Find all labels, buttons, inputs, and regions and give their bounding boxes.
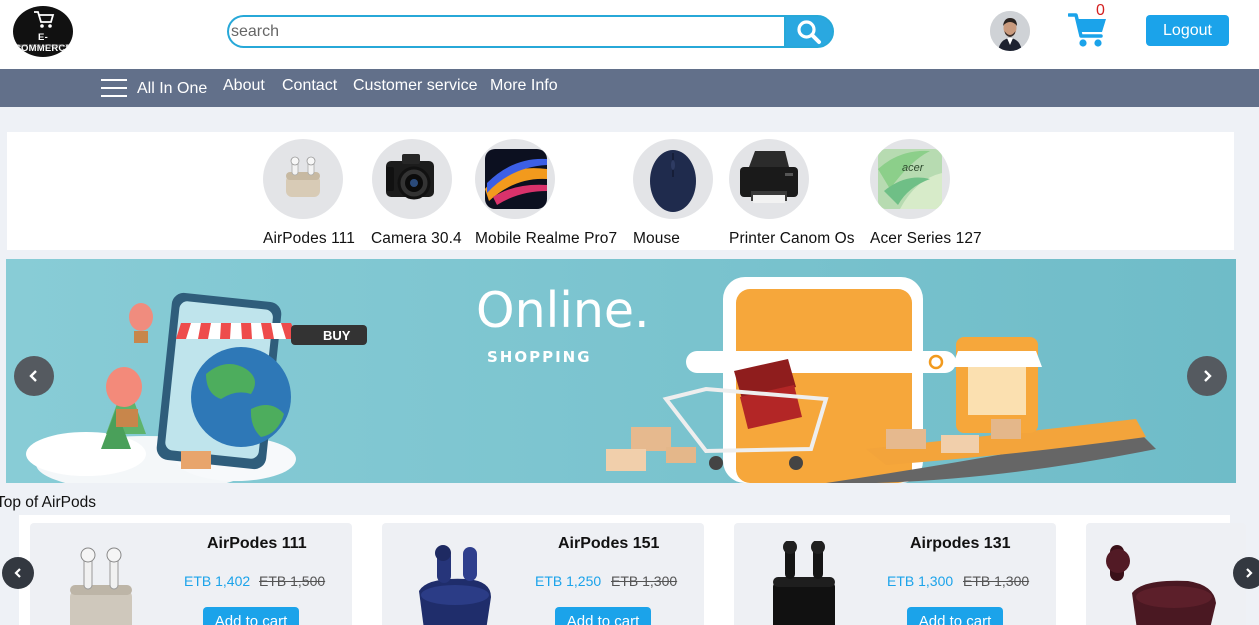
products-next-button[interactable] (1233, 557, 1259, 589)
product-old-price: ETB 1,500 (259, 573, 326, 589)
nav-item-more-info[interactable]: More Info (490, 77, 558, 95)
category-label: Camera 30.4 (371, 230, 462, 247)
category-label: Printer Canom Os (729, 230, 855, 247)
chevron-right-icon (1204, 370, 1212, 382)
search-icon (797, 19, 821, 44)
add-to-cart-button[interactable]: Add to cart (907, 607, 1003, 625)
category-label: Mouse (633, 230, 681, 247)
header: E-COMMERCE BEST OF ONLINE SHOPPING searc… (0, 0, 1259, 69)
product-card[interactable]: AirPodes 111 ETB 1,402 ETB 1,500 Add to … (30, 523, 352, 625)
nav-item-about[interactable]: About (223, 77, 265, 95)
category-label: Acer Series 127 (870, 230, 982, 247)
banner-title: Online. (476, 282, 650, 339)
product-card[interactable]: AirPodes 151 ETB 1,250 ETB 1,300 Add to … (382, 523, 704, 625)
search-input[interactable] (227, 15, 787, 48)
product-card[interactable] (1086, 523, 1246, 625)
site-logo[interactable]: E-COMMERCE BEST OF ONLINE SHOPPING (13, 6, 73, 57)
product-price: ETB 1,250 (535, 573, 602, 589)
printer-image-icon (729, 139, 809, 219)
banner-subtitle: SHOPPING (487, 348, 592, 366)
product-name: AirPodes 111 (207, 535, 307, 552)
hamburger-menu-icon[interactable] (101, 79, 127, 99)
svg-text:acer: acer (902, 162, 925, 174)
products-prev-button[interactable] (2, 557, 34, 589)
phone-image-icon (475, 139, 555, 219)
product-card[interactable]: Airpodes 131 ETB 1,300 ETB 1,300 Add to … (734, 523, 1056, 625)
chevron-left-icon (29, 370, 37, 382)
banner-prev-button[interactable] (14, 356, 54, 396)
section-title: Top of AirPods (0, 494, 96, 511)
chevron-right-icon (1246, 568, 1253, 578)
laptop-image-icon: acer (870, 139, 950, 219)
product-name: AirPodes 151 (558, 535, 660, 552)
logo-tagline: BEST OF ONLINE SHOPPING (18, 44, 68, 48)
mouse-image-icon (633, 139, 713, 219)
banner-next-button[interactable] (1187, 356, 1227, 396)
cart-count-badge: 0 (1096, 2, 1105, 19)
logo-text: E-COMMERCE (13, 32, 73, 54)
add-to-cart-button[interactable]: Add to cart (203, 607, 299, 625)
nav-item-all-in-one[interactable]: All In One (137, 80, 207, 98)
chevron-left-icon (14, 568, 21, 578)
product-old-price: ETB 1,300 (963, 573, 1030, 589)
nav-item-contact[interactable]: Contact (282, 77, 337, 95)
user-avatar[interactable] (990, 11, 1030, 51)
search-button[interactable] (784, 15, 834, 48)
product-name: Airpodes 131 (910, 535, 1011, 552)
logo-cart-icon (34, 11, 55, 28)
camera-image-icon (372, 139, 452, 219)
category-strip: AirPodes 111 Camera 30.4 Mobile Realme P (7, 132, 1234, 250)
airpods-image-icon (263, 139, 343, 219)
buy-tag-label: BUY (323, 328, 351, 343)
airpods-product-image (419, 545, 491, 625)
category-label: Mobile Realme Pro7 (475, 230, 618, 247)
search-bar (227, 15, 834, 48)
user-photo-icon (990, 11, 1030, 51)
category-label: AirPodes 111 (263, 230, 355, 247)
product-price: ETB 1,402 (184, 573, 251, 589)
product-old-price: ETB 1,300 (611, 573, 678, 589)
airpods-product-image (1106, 545, 1216, 625)
main-nav: All In One About Contact Customer servic… (0, 69, 1259, 107)
add-to-cart-button[interactable]: Add to cart (555, 607, 651, 625)
nav-item-customer-service[interactable]: Customer service (353, 77, 477, 95)
airpods-product-image (773, 541, 835, 625)
logout-button[interactable]: Logout (1146, 15, 1229, 46)
airpods-product-image (70, 547, 132, 625)
product-price: ETB 1,300 (887, 573, 954, 589)
